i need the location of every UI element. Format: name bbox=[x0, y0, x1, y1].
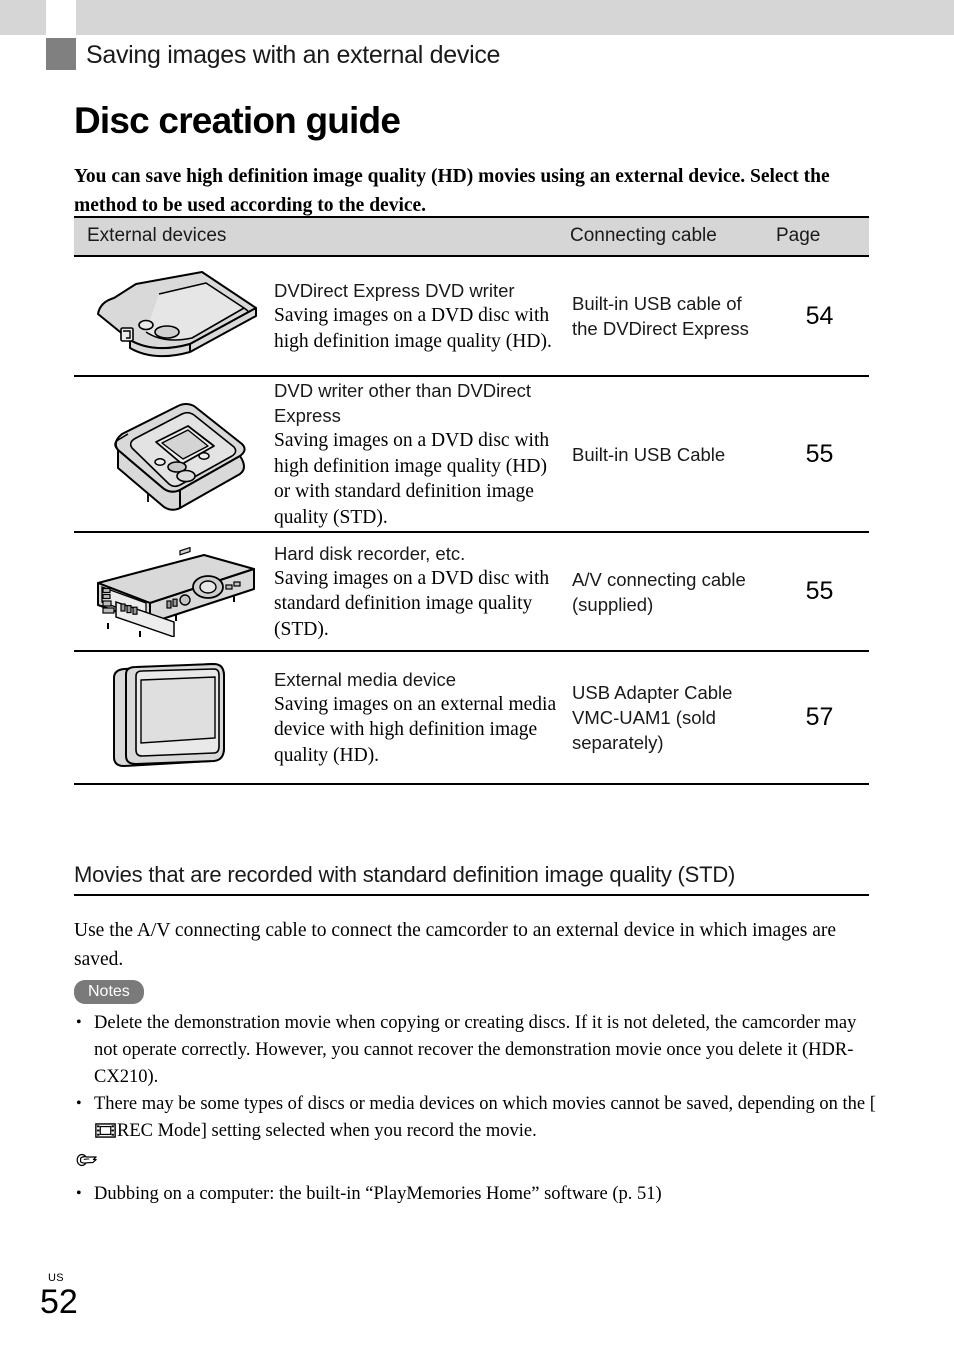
page-number-cell: 54 bbox=[805, 301, 834, 330]
device-body: Saving images on an external media devic… bbox=[274, 693, 557, 766]
subsection-title: Movies that are recorded with standard d… bbox=[74, 862, 869, 896]
page-number-cell: 57 bbox=[805, 703, 834, 731]
subsection: Movies that are recorded with standard d… bbox=[74, 862, 869, 974]
pointing-hand-icon bbox=[76, 1153, 97, 1167]
note-item-rec-mode: There may be some types of discs or medi… bbox=[74, 1090, 884, 1145]
table-header-row: External devices Connecting cable Page bbox=[74, 218, 869, 257]
dvd-writer-illustration bbox=[114, 403, 246, 511]
film-strip-icon bbox=[95, 1123, 116, 1138]
device-body: Saving images on a DVD disc with high de… bbox=[274, 305, 552, 352]
device-body: Saving images on a DVD disc with standar… bbox=[274, 567, 550, 640]
device-description-cell: Hard disk recorder, etc. Saving images o… bbox=[274, 541, 572, 643]
section-marker-square bbox=[46, 38, 76, 70]
device-title: Hard disk recorder, etc. bbox=[274, 542, 466, 564]
device-description-cell: DVD writer other than DVDirect Express S… bbox=[274, 378, 572, 530]
device-body: Saving images on a DVD disc with high de… bbox=[274, 430, 550, 528]
device-illustration-cell bbox=[74, 266, 274, 366]
device-title: DVDirect Express DVD writer bbox=[274, 280, 515, 301]
hard-disk-recorder-illustration bbox=[97, 546, 255, 637]
page-number-cell: 55 bbox=[805, 439, 834, 468]
device-description-cell: DVDirect Express DVD writer Saving image… bbox=[274, 278, 572, 354]
external-media-device-illustration bbox=[113, 663, 225, 767]
note-rec-mode-before: There may be some types of discs or medi… bbox=[94, 1094, 876, 1114]
table-row: Hard disk recorder, etc. Saving images o… bbox=[74, 533, 869, 652]
note-rec-mode-after: REC Mode] setting selected when you reco… bbox=[117, 1121, 537, 1141]
page-number-cell: 55 bbox=[805, 577, 834, 605]
column-header-cable: Connecting cable bbox=[570, 225, 717, 246]
note-item: Delete the demonstration movie when copy… bbox=[74, 1009, 884, 1091]
top-decorative-band bbox=[0, 0, 954, 35]
intro-paragraph: You can save high definition image quali… bbox=[74, 165, 830, 216]
page-title: Disc creation guide bbox=[74, 99, 401, 141]
section-label: Saving images with an external device bbox=[86, 41, 501, 69]
footer-page-number: 52 bbox=[40, 1283, 78, 1321]
connecting-cable-cell: Built-in USB cable of the DVDirect Expre… bbox=[572, 293, 749, 339]
table-row: DVDirect Express DVD writer Saving image… bbox=[74, 257, 869, 377]
device-illustration-cell bbox=[74, 546, 274, 637]
subsection-body: Use the A/V connecting cable to connect … bbox=[74, 920, 836, 970]
connecting-cable-cell: USB Adapter Cable VMC-UAM1 (sold separat… bbox=[572, 682, 733, 753]
device-title: External media device bbox=[274, 668, 457, 690]
column-header-page: Page bbox=[776, 225, 821, 246]
notes-section: Notes Delete the demonstration movie whe… bbox=[74, 980, 884, 1208]
table-row: External media device Saving images on a… bbox=[74, 652, 869, 785]
connecting-cable-cell: A/V connecting cable (supplied) bbox=[572, 568, 746, 615]
connecting-cable-cell: Built-in USB Cable bbox=[572, 443, 726, 465]
column-header-devices: External devices bbox=[87, 225, 227, 246]
top-band-gap bbox=[46, 0, 76, 35]
external-devices-table: External devices Connecting cable Page D… bbox=[74, 216, 869, 785]
notes-bullet-list: Delete the demonstration movie when copy… bbox=[74, 1009, 884, 1145]
table-row: DVD writer other than DVDirect Express S… bbox=[74, 377, 869, 533]
pointing-hand-row bbox=[74, 1147, 884, 1175]
notes-badge: Notes bbox=[74, 980, 144, 1004]
reference-bullet-list: Dubbing on a computer: the built-in “Pla… bbox=[74, 1180, 884, 1208]
device-title: DVD writer other than DVDirect Express bbox=[274, 380, 532, 426]
device-illustration-cell bbox=[74, 660, 274, 775]
device-illustration-cell bbox=[74, 394, 274, 514]
device-description-cell: External media device Saving images on a… bbox=[274, 667, 572, 769]
dvdirect-express-dvd-writer-illustration bbox=[97, 271, 257, 358]
page-footer: US 52 bbox=[40, 1272, 78, 1320]
reference-item: Dubbing on a computer: the built-in “Pla… bbox=[74, 1180, 884, 1208]
